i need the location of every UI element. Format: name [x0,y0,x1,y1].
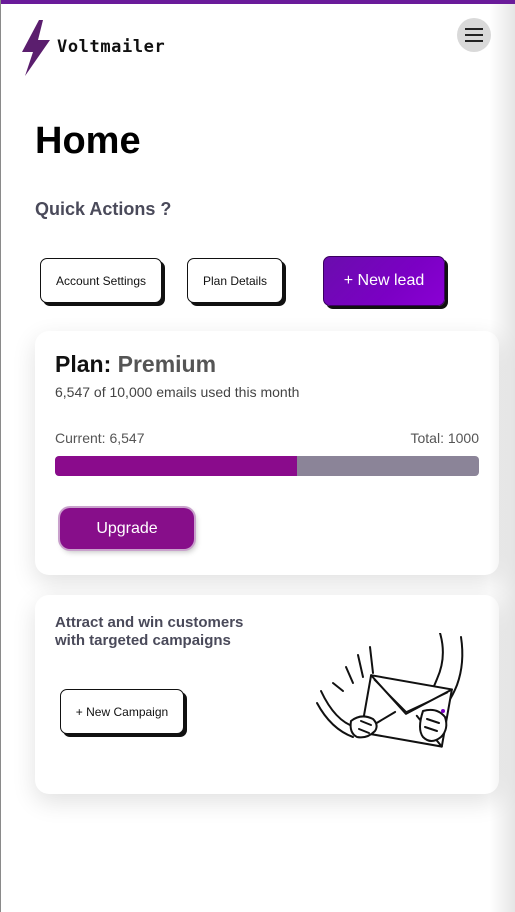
new-lead-button[interactable]: + New lead [323,256,445,306]
plan-label: Plan: [55,351,112,377]
quick-actions-title: Quick Actions ? [35,199,172,219]
plan-details-button[interactable]: Plan Details [187,258,283,303]
upgrade-button[interactable]: Upgrade [60,508,194,549]
usage-progress-fill [55,456,297,476]
new-campaign-button[interactable]: + New Campaign [60,689,184,734]
top-accent-bar [1,0,515,4]
plan-usage-text: 6,547 of 10,000 emails used this month [55,384,300,400]
brand[interactable]: Voltmailer [21,20,165,76]
usage-progress-bar [55,456,479,476]
hamburger-menu-icon [465,28,483,42]
page-title: Home [35,120,141,162]
campaign-headline: Attract and win customers with targeted … [55,614,244,649]
menu-button[interactable] [457,18,491,52]
total-usage-label: Total: 1000 [410,430,480,446]
lightning-bolt-icon [22,20,50,76]
plan-card: Plan: Premium 6,547 of 10,000 emails use… [35,331,499,575]
hands-holding-envelope-icon [316,633,464,748]
plan-name: Premium [117,351,217,377]
account-settings-button[interactable]: Account Settings [40,258,162,303]
campaign-card: Attract and win customers with targeted … [35,595,499,794]
brand-name: Voltmailer [57,37,166,57]
current-usage-label: Current: 6,547 [55,430,145,446]
plan-title: Plan: Premium [55,351,216,378]
